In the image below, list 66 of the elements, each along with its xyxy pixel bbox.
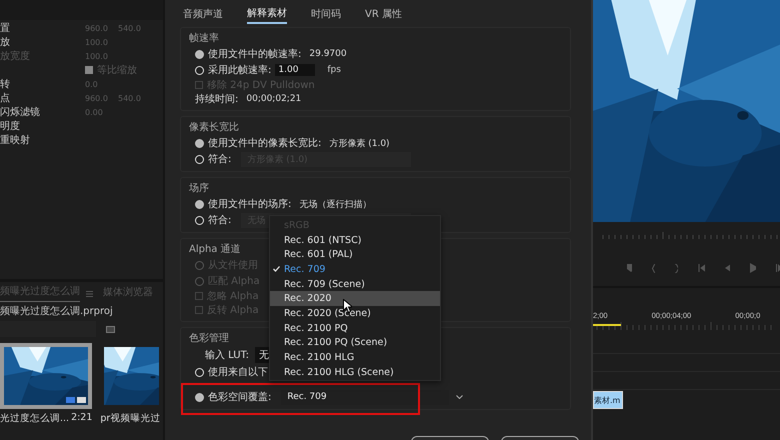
- menu-item[interactable]: Rec. 2100 HLG (Scene): [270, 364, 440, 380]
- radio-button[interactable]: [195, 138, 204, 148]
- property-label: 闪烁滤镜: [0, 106, 41, 119]
- step-forward-icon[interactable]: [776, 264, 780, 272]
- mark-in-icon[interactable]: [652, 264, 656, 272]
- section-title: 色彩管理: [189, 332, 229, 346]
- dialog-tab[interactable]: 解释素材: [247, 4, 287, 24]
- menu-item[interactable]: Rec. 709: [270, 262, 440, 277]
- lut-label: 输入 LUT:: [205, 348, 249, 362]
- option-value: 29.9700: [309, 49, 347, 59]
- option-label: 符合:: [208, 153, 232, 166]
- mark-out-icon[interactable]: [675, 264, 678, 272]
- checkbox-label: 等比缩放: [97, 64, 137, 77]
- unit-label: fps: [327, 65, 341, 75]
- property-label: 放: [0, 36, 11, 49]
- property-label: 转: [0, 78, 11, 91]
- caret-icon[interactable]: [456, 394, 464, 398]
- check-icon: [273, 266, 280, 272]
- menu-item[interactable]: Rec. 2020: [270, 291, 440, 306]
- step-back-icon[interactable]: [724, 264, 730, 272]
- clip-badge-icon: [66, 397, 86, 403]
- menu-item[interactable]: Rec. 2100 PQ: [270, 320, 440, 336]
- clip-duration: 2:21: [71, 412, 92, 425]
- menu-icon[interactable]: [86, 291, 93, 297]
- menu-item[interactable]: Rec. 709 (Scene): [270, 276, 440, 292]
- duration-value: 00;00;02;21: [246, 94, 302, 104]
- option-value: 无场（逐行扫描）: [299, 198, 372, 210]
- property-label: 重映射: [0, 134, 31, 147]
- option-label: 采用此帧速率:: [208, 64, 272, 77]
- duration-label: 持续时间:: [195, 92, 238, 106]
- menu-item[interactable]: Rec. 601 (NTSC): [270, 232, 440, 248]
- menu-item[interactable]: Rec. 2020 (Scene): [270, 306, 440, 321]
- dialog-tab[interactable]: 时间码: [311, 4, 341, 22]
- folder-icon[interactable]: [106, 326, 115, 332]
- dialog-tab[interactable]: 音频声道: [183, 4, 223, 22]
- video-clip[interactable]: 素材.m: [593, 391, 623, 409]
- checkbox[interactable]: [85, 66, 93, 74]
- radio-button[interactable]: [195, 50, 204, 58]
- radio-button[interactable]: [195, 392, 204, 402]
- property-label: 置: [0, 22, 11, 35]
- option-label: 使用文件中的帧速率:: [208, 48, 302, 61]
- option-label: 使用文件中的像素长宽比:: [208, 136, 322, 150]
- menu-item[interactable]: Rec. 601 (PAL): [270, 247, 440, 262]
- property-label: 放宽度: [0, 50, 31, 63]
- radio-button[interactable]: [195, 200, 204, 208]
- option-label: 使用文件中的场序:: [208, 198, 292, 211]
- option-label: 使用来自以下: [208, 366, 268, 379]
- marker-icon[interactable]: [627, 264, 632, 272]
- go-to-in-icon[interactable]: [698, 264, 704, 272]
- play-icon[interactable]: [750, 263, 756, 273]
- property-label: 明度: [0, 120, 21, 133]
- section-title: 像素长宽比: [189, 120, 239, 135]
- section-title: 帧速率: [189, 32, 219, 46]
- option-label: 符合:: [208, 214, 232, 227]
- option-label: 色彩空间覆盖:: [208, 390, 272, 404]
- dialog-tab[interactable]: VR 属性: [365, 4, 402, 22]
- frame-rate-field[interactable]: 1.00: [275, 64, 316, 76]
- menu-item[interactable]: Rec. 2100 PQ (Scene): [270, 336, 440, 350]
- property-label: 点: [0, 92, 11, 105]
- option-value: 方形像素 (1.0): [329, 138, 390, 150]
- menu-item[interactable]: Rec. 2100 HLG: [270, 350, 440, 365]
- section-title: Alpha 通道: [189, 242, 241, 257]
- section-title: 场序: [189, 182, 209, 196]
- clip-name: pr视频曝光过: [100, 412, 160, 425]
- clip-name: 光过度怎么调...: [0, 412, 70, 425]
- project-file-name: 频曝光过度怎么调.prproj: [0, 304, 114, 318]
